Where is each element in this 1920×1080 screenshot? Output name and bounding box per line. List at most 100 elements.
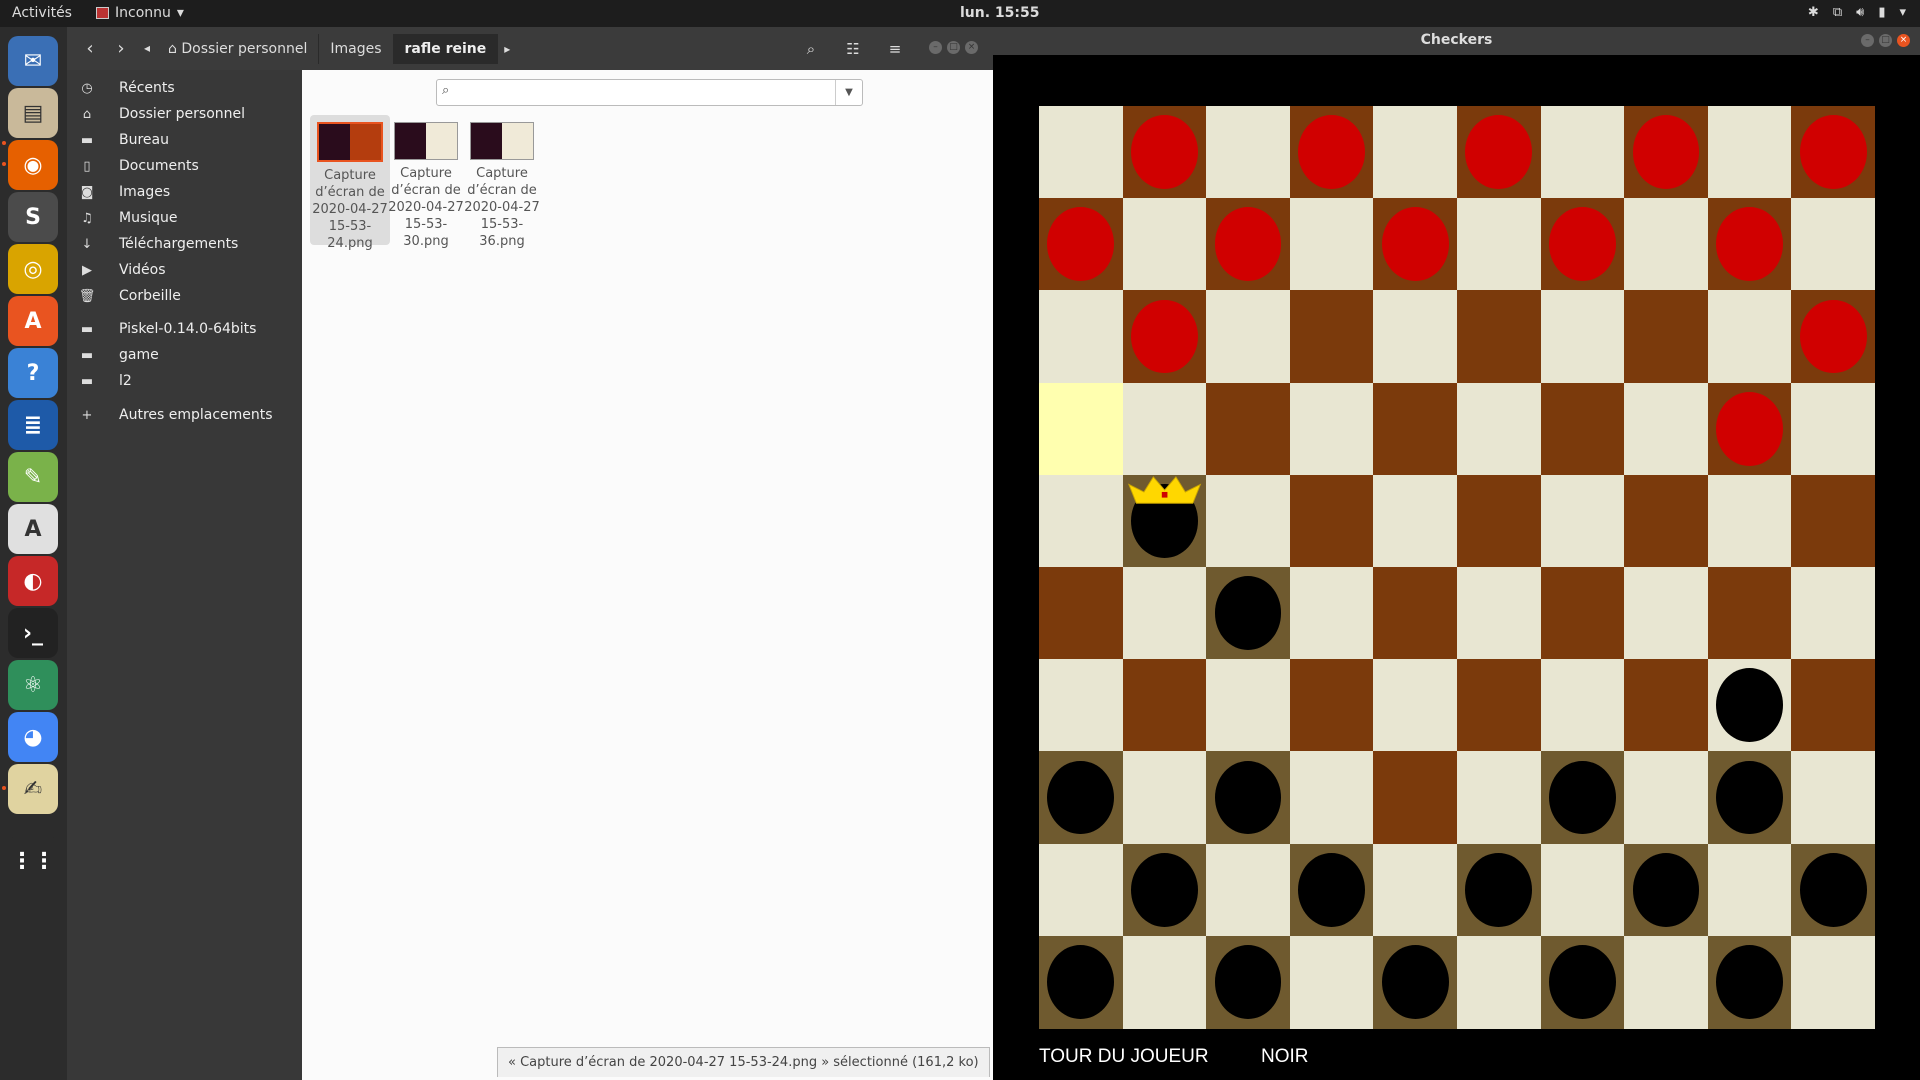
- board-square[interactable]: [1624, 382, 1709, 476]
- path-right-arrow-icon[interactable]: ▸: [498, 34, 516, 64]
- help-icon[interactable]: ?: [8, 348, 58, 398]
- black-piece[interactable]: [1381, 945, 1449, 1019]
- board-square[interactable]: [1122, 935, 1207, 1029]
- black-piece[interactable]: [1799, 852, 1867, 927]
- black-piece[interactable]: [1548, 945, 1616, 1019]
- red-piece[interactable]: [1381, 207, 1449, 282]
- terminal-icon[interactable]: ›_: [8, 608, 58, 658]
- chrome-icon[interactable]: ◕: [8, 712, 58, 762]
- board-square[interactable]: [1457, 382, 1541, 476]
- board-square[interactable]: [1373, 843, 1458, 937]
- file-item[interactable]: Capture d’écran de 2020-04-27 15-53-24.p…: [310, 115, 390, 251]
- activities-button[interactable]: Activités: [12, 5, 72, 21]
- highlighted-square[interactable]: [1039, 382, 1123, 476]
- bluetooth-icon[interactable]: ✱: [1808, 5, 1819, 20]
- board-square[interactable]: [1791, 751, 1876, 845]
- system-tray[interactable]: ✱ ⧉ 🔊︎ ▮ ▾: [1808, 5, 1906, 20]
- software-icon[interactable]: A: [8, 296, 58, 346]
- board-square[interactable]: [1791, 567, 1876, 660]
- board-square[interactable]: [1373, 382, 1458, 476]
- black-piece[interactable]: [1548, 760, 1616, 835]
- board-square[interactable]: [1289, 474, 1374, 568]
- board-square[interactable]: [1289, 659, 1374, 753]
- board-square[interactable]: [1791, 382, 1876, 476]
- sublime-icon[interactable]: S: [8, 192, 58, 242]
- maximize-button[interactable]: □: [947, 41, 960, 54]
- board-square[interactable]: [1206, 106, 1291, 199]
- board-square[interactable]: [1122, 198, 1207, 292]
- menu-button[interactable]: ≡: [880, 34, 910, 64]
- board-square[interactable]: [1540, 659, 1625, 753]
- board-square[interactable]: [1122, 751, 1207, 845]
- black-piece[interactable]: [1716, 945, 1784, 1019]
- red-piece[interactable]: [1298, 115, 1366, 189]
- board-square[interactable]: [1122, 382, 1207, 476]
- board-square[interactable]: [1624, 198, 1709, 292]
- board-square[interactable]: [1039, 290, 1123, 384]
- file-item[interactable]: Capture d’écran de 2020-04-27 15-53-36.p…: [462, 115, 542, 249]
- board-square[interactable]: [1039, 474, 1123, 568]
- black-piece[interactable]: [1716, 668, 1784, 743]
- image-viewer-icon[interactable]: ✎: [8, 452, 58, 502]
- board-square[interactable]: [1707, 106, 1792, 199]
- board-square[interactable]: [1707, 567, 1792, 660]
- board-square[interactable]: [1791, 659, 1876, 753]
- board-square[interactable]: [1039, 567, 1123, 660]
- board-square[interactable]: [1707, 843, 1792, 937]
- board-square[interactable]: [1206, 659, 1291, 753]
- breadcrumb-images[interactable]: Images: [319, 34, 394, 64]
- board-square[interactable]: [1373, 751, 1458, 845]
- black-piece[interactable]: [1047, 760, 1115, 835]
- black-piece[interactable]: [1632, 852, 1700, 927]
- board-square[interactable]: [1624, 567, 1709, 660]
- board-square[interactable]: [1624, 290, 1709, 384]
- network-icon[interactable]: ⧉: [1833, 5, 1842, 20]
- board-square[interactable]: [1289, 290, 1374, 384]
- search-box[interactable]: ⌕ ▼: [436, 79, 863, 106]
- board-square[interactable]: [1707, 474, 1792, 568]
- breadcrumb-home[interactable]: ⌂ Dossier personnel: [157, 34, 320, 64]
- board-square[interactable]: [1624, 659, 1709, 753]
- board-square[interactable]: [1457, 659, 1541, 753]
- black-piece[interactable]: [1298, 852, 1366, 927]
- board-square[interactable]: [1039, 659, 1123, 753]
- maximize-button[interactable]: □: [1879, 34, 1892, 47]
- firefox-icon[interactable]: ◉: [8, 140, 58, 190]
- board-square[interactable]: [1373, 567, 1458, 660]
- board-square[interactable]: [1457, 567, 1541, 660]
- rhythmbox-icon[interactable]: ◎: [8, 244, 58, 294]
- board-square[interactable]: [1457, 935, 1541, 1029]
- red-piece[interactable]: [1716, 207, 1784, 282]
- breadcrumb-current[interactable]: rafle reine: [393, 34, 499, 64]
- volume-icon[interactable]: 🔊︎: [1856, 5, 1864, 20]
- board-square[interactable]: [1206, 382, 1291, 476]
- board-square[interactable]: [1540, 843, 1625, 937]
- board-square[interactable]: [1373, 106, 1458, 199]
- black-piece[interactable]: [1465, 852, 1533, 927]
- board-square[interactable]: [1039, 843, 1123, 937]
- board-square[interactable]: [1791, 198, 1876, 292]
- atom-icon[interactable]: ⚛: [8, 660, 58, 710]
- board-square[interactable]: [1122, 567, 1207, 660]
- red-piece[interactable]: [1047, 207, 1115, 282]
- board-square[interactable]: [1373, 474, 1458, 568]
- sidebar-item-8[interactable]: 🗑︎ Corbeille: [67, 280, 302, 312]
- view-toggle-button[interactable]: ☷: [838, 34, 868, 64]
- board-square[interactable]: [1540, 382, 1625, 476]
- board-square[interactable]: [1289, 567, 1374, 660]
- sidebar-item-11[interactable]: ▬ l2: [67, 365, 302, 397]
- board-square[interactable]: [1540, 290, 1625, 384]
- board-square[interactable]: [1289, 935, 1374, 1029]
- search-input[interactable]: [463, 82, 837, 103]
- board-square[interactable]: [1624, 751, 1709, 845]
- red-piece[interactable]: [1799, 115, 1867, 189]
- red-piece[interactable]: [1214, 207, 1282, 282]
- board-square[interactable]: [1791, 935, 1876, 1029]
- file-item[interactable]: Capture d’écran de 2020-04-27 15-53-30.p…: [386, 115, 466, 249]
- black-piece[interactable]: [1214, 576, 1282, 650]
- board-square[interactable]: [1373, 659, 1458, 753]
- red-piece[interactable]: [1799, 299, 1867, 374]
- back-button[interactable]: ‹: [76, 34, 104, 62]
- path-left-arrow-icon[interactable]: ◂: [139, 34, 155, 62]
- writer-icon[interactable]: ≣: [8, 400, 58, 450]
